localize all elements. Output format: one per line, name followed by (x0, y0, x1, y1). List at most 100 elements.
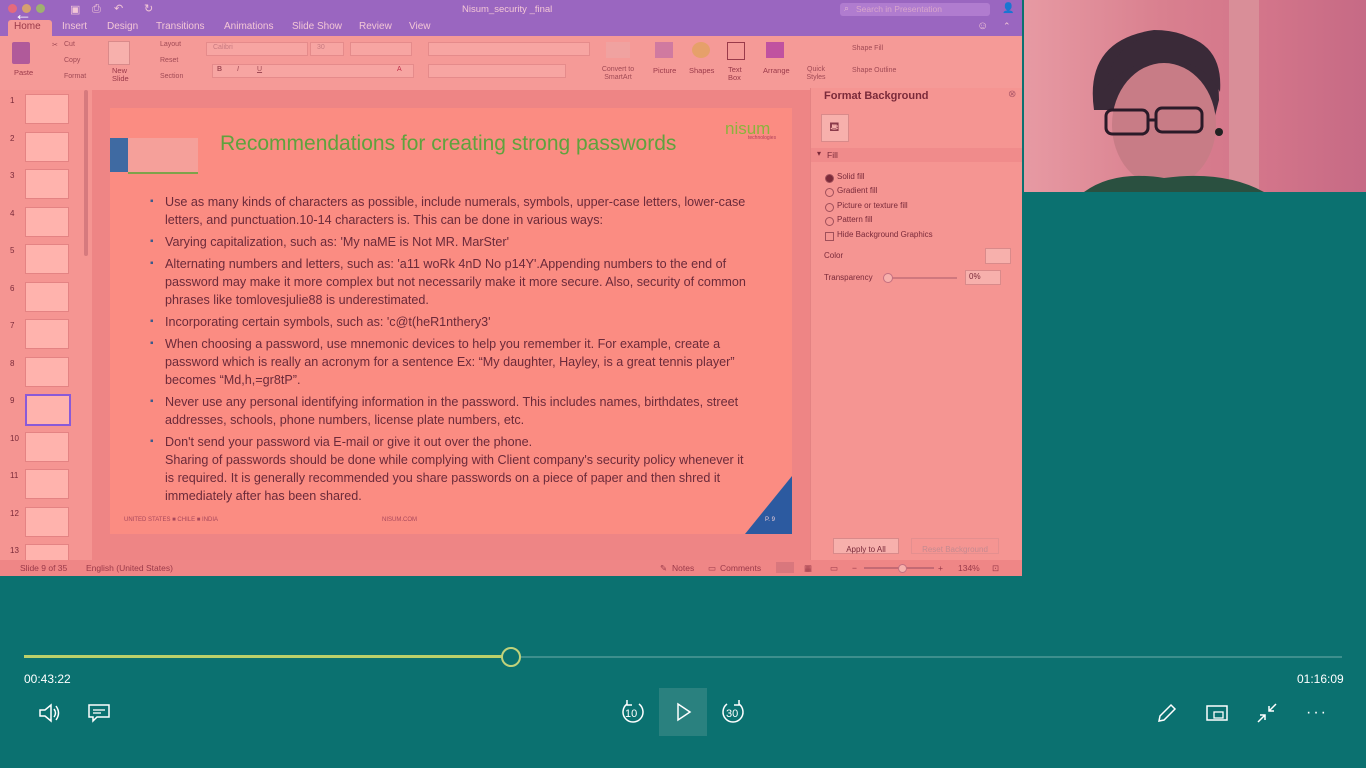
cut-button[interactable]: Cut (64, 41, 75, 48)
slide-sorter-icon[interactable]: ▦ (804, 563, 812, 574)
volume-button[interactable] (29, 693, 69, 733)
text-box-label[interactable]: Text Box (728, 66, 748, 82)
copy-button[interactable]: Copy (64, 57, 80, 64)
bold-icon: B (217, 66, 223, 73)
tab-animations[interactable]: Animations (224, 21, 273, 32)
fill-option-radio[interactable] (825, 188, 834, 198)
slide-thumbnail[interactable] (25, 319, 69, 349)
thumbnails-scrollbar[interactable] (84, 90, 88, 256)
font-style-buttons[interactable]: B I U A (212, 64, 414, 78)
fill-section-header[interactable]: ▾ Fill (811, 148, 1022, 162)
skip-back-button[interactable]: 10 (613, 693, 653, 733)
paragraph-align-buttons[interactable] (428, 64, 566, 78)
zoom-out-icon[interactable]: − (852, 563, 857, 573)
slide-thumbnail[interactable] (25, 131, 69, 162)
font-color-icon: A (397, 66, 402, 73)
slide-thumbnail[interactable] (25, 244, 69, 274)
fill-option-label: Solid fill (837, 172, 865, 181)
font-name-dropdown[interactable]: Calibri (206, 42, 308, 56)
close-panel-icon[interactable]: ⊗ (1008, 89, 1016, 100)
more-options-button[interactable]: ··· (1297, 693, 1337, 733)
tab-transitions[interactable]: Transitions (156, 21, 205, 32)
play-button[interactable] (659, 688, 707, 736)
fit-to-window-icon[interactable]: ⊡ (992, 563, 999, 574)
transparency-slider[interactable] (887, 277, 957, 279)
zoom-in-icon[interactable]: + (938, 563, 943, 573)
slide-thumbnail[interactable] (25, 281, 69, 312)
tab-insert[interactable]: Insert (62, 21, 87, 32)
zoom-level[interactable]: 134% (958, 563, 980, 573)
paste-icon[interactable] (12, 42, 30, 64)
transparency-input[interactable]: 0% (965, 270, 1001, 285)
apply-to-all-button[interactable]: Apply to All (833, 538, 899, 554)
tab-design[interactable]: Design (107, 21, 138, 32)
transparency-slider-knob[interactable] (883, 273, 893, 283)
collapse-ribbon-icon[interactable]: ⌃ (1003, 21, 1011, 32)
slide-thumbnail[interactable] (25, 469, 69, 499)
slide-thumbnail[interactable] (25, 394, 71, 426)
save-icon[interactable]: ▣ (70, 3, 80, 16)
seek-thumb[interactable] (501, 647, 522, 667)
tab-review[interactable]: Review (359, 21, 392, 32)
new-slide-label[interactable]: New Slide (112, 67, 134, 83)
undo-icon[interactable]: ↶ (114, 2, 123, 15)
layout-button[interactable]: Layout (160, 41, 181, 48)
presenter-webcam (1024, 0, 1366, 192)
convert-smartart-label[interactable]: Convert to SmartArt (598, 66, 638, 82)
font-grow-shrink[interactable] (350, 42, 412, 56)
slide-bullet: Don't send your password via E-mail or g… (150, 433, 750, 505)
shape-fill-button[interactable]: Shape Fill (852, 45, 883, 52)
picture-icon[interactable] (655, 42, 673, 58)
reset-background-button[interactable]: Reset Background (911, 538, 999, 554)
quick-styles-label[interactable]: Quick Styles (803, 66, 829, 82)
fill-option-radio[interactable] (825, 174, 834, 183)
tab-view[interactable]: View (409, 21, 431, 32)
slide-thumbnail[interactable] (25, 94, 69, 124)
zoom-slider-knob[interactable] (898, 564, 907, 573)
shape-outline-button[interactable]: Shape Outline (852, 67, 896, 74)
reading-view-icon[interactable]: ▭ (830, 563, 838, 574)
slide-thumbnail[interactable] (25, 206, 69, 237)
text-box-icon[interactable] (727, 42, 745, 60)
cast-button[interactable] (1197, 693, 1237, 733)
exit-fullscreen-button[interactable] (1247, 693, 1287, 733)
skip-forward-button[interactable]: 30 (713, 693, 753, 733)
slide-thumbnail[interactable] (25, 506, 69, 537)
picture-label[interactable]: Picture (653, 66, 676, 75)
fill-option-radio[interactable] (825, 216, 834, 226)
slide-thumbnail[interactable] (25, 169, 69, 199)
fill-bucket-tab[interactable]: ⛾ (821, 114, 849, 142)
normal-view-button[interactable] (776, 562, 794, 573)
reset-button[interactable]: Reset (160, 57, 178, 64)
smiley-feedback-icon[interactable]: ☺ (977, 20, 988, 32)
share-icon[interactable]: 👤 (1002, 3, 1014, 14)
maximize-window-button[interactable] (36, 4, 45, 13)
paste-label[interactable]: Paste (14, 68, 33, 77)
skip-back-seconds: 10 (625, 708, 638, 720)
redo-icon[interactable]: ↻ (144, 2, 153, 15)
arrange-icon[interactable] (766, 42, 784, 58)
slide-thumbnail[interactable] (25, 431, 69, 462)
hide-graphics-checkbox[interactable] (825, 232, 834, 241)
tab-slide-show[interactable]: Slide Show (292, 21, 342, 32)
smartart-icon[interactable] (606, 42, 630, 58)
back-arrow-icon[interactable]: ← (14, 4, 32, 25)
edit-button[interactable] (1147, 693, 1187, 733)
format-painter-button[interactable]: Format (64, 73, 86, 80)
captions-button[interactable] (79, 693, 119, 733)
fill-option-radio[interactable] (825, 202, 834, 212)
color-picker-button[interactable] (985, 248, 1011, 264)
font-size-dropdown[interactable]: 30 (310, 42, 344, 56)
slide-thumbnail[interactable] (25, 356, 69, 387)
new-slide-icon[interactable] (108, 41, 130, 65)
section-button[interactable]: Section (160, 73, 183, 80)
arrange-label[interactable]: Arrange (763, 66, 790, 75)
notes-button[interactable]: Notes (672, 563, 694, 573)
comments-button[interactable]: Comments (720, 563, 761, 573)
shapes-icon[interactable] (692, 42, 710, 58)
search-box[interactable]: ⌕ Search in Presentation (840, 3, 990, 16)
language-indicator[interactable]: English (United States) (86, 563, 173, 573)
print-icon[interactable]: ⎙ (92, 3, 101, 16)
shapes-label[interactable]: Shapes (689, 66, 714, 75)
paragraph-list-buttons[interactable] (428, 42, 590, 56)
